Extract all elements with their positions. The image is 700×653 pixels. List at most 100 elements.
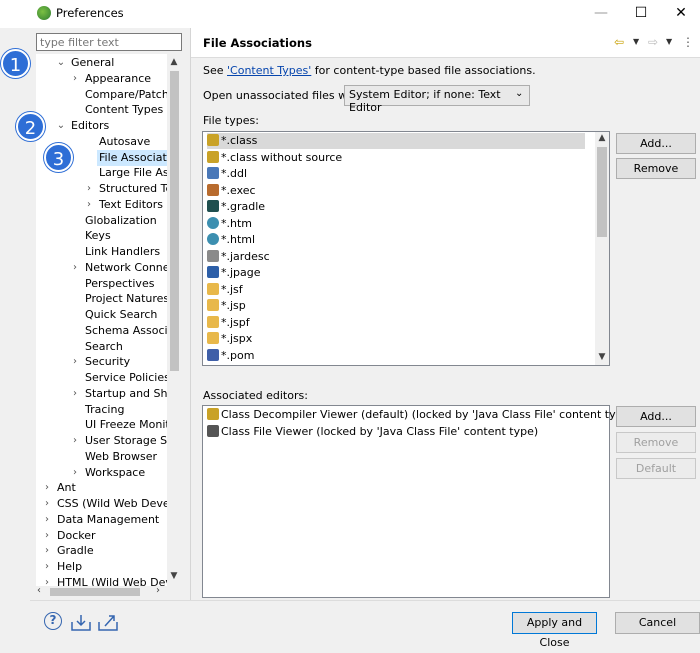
chevron-right-icon[interactable]: › <box>70 260 80 276</box>
tree-item[interactable]: ⌄ Editors <box>36 118 167 134</box>
chevron-right-icon[interactable]: › <box>84 181 94 197</box>
scroll-right-icon[interactable]: › <box>156 585 160 596</box>
tree-item[interactable]: Tracing <box>36 402 167 418</box>
pane-divider[interactable] <box>190 28 191 600</box>
add-editor-button[interactable]: Add... <box>616 406 696 427</box>
chevron-right-icon[interactable]: › <box>42 528 52 544</box>
chevron-right-icon[interactable]: › <box>42 496 52 512</box>
tree-item[interactable]: Content Types <box>36 102 167 118</box>
tree-item[interactable]: Service Policies <box>36 370 167 386</box>
tree-item[interactable]: Perspectives <box>36 276 167 292</box>
back-dropdown-icon[interactable]: ▼ <box>633 37 639 46</box>
tree-item[interactable]: Link Handlers <box>36 244 167 260</box>
file-type-row[interactable]: *.class <box>207 133 585 149</box>
scroll-up-icon[interactable]: ▲ <box>167 55 181 69</box>
content-types-link[interactable]: 'Content Types' <box>227 64 311 77</box>
tree-item[interactable]: Quick Search <box>36 307 167 323</box>
cancel-button[interactable]: Cancel <box>615 612 700 634</box>
file-type-row[interactable]: *.jardesc <box>207 249 585 265</box>
apply-and-close-button[interactable]: Apply and Close <box>512 612 597 649</box>
file-type-row[interactable]: *.exec <box>207 183 585 199</box>
chevron-right-icon[interactable]: › <box>42 543 52 559</box>
file-types-scroll-thumb[interactable] <box>597 147 607 237</box>
scroll-left-icon[interactable]: ‹ <box>37 585 41 596</box>
file-type-row[interactable]: *.jsf <box>207 282 585 298</box>
forward-icon[interactable]: ⇨ <box>648 35 658 49</box>
chevron-right-icon[interactable]: › <box>70 71 80 87</box>
scroll-down-icon[interactable]: ▼ <box>596 352 608 362</box>
chevron-right-icon[interactable]: › <box>42 480 52 496</box>
tree-item[interactable]: › Ant <box>36 480 167 496</box>
file-type-row[interactable]: *.class without source <box>207 150 585 166</box>
tree-scroll-thumb[interactable] <box>170 71 179 371</box>
import-icon[interactable] <box>70 612 92 632</box>
scroll-up-icon[interactable]: ▲ <box>596 133 608 143</box>
list-item[interactable]: Class Decompiler Viewer (default) (locke… <box>207 407 634 423</box>
tree-item[interactable]: › Security <box>36 354 167 370</box>
scroll-down-icon[interactable]: ▼ <box>167 569 181 583</box>
tree-item[interactable]: › Gradle <box>36 543 167 559</box>
tree-item[interactable]: Keys <box>36 228 167 244</box>
file-type-name: *.pom <box>221 348 255 362</box>
tree-item[interactable]: ⌄ General <box>36 55 167 71</box>
view-menu-icon[interactable]: ⋮ <box>682 35 694 49</box>
tree-item[interactable]: Search <box>36 339 167 355</box>
tree-item[interactable]: Globalization <box>36 213 167 229</box>
chevron-right-icon[interactable]: › <box>70 433 80 449</box>
chevron-right-icon[interactable]: › <box>70 354 80 370</box>
chevron-right-icon[interactable]: › <box>42 559 52 575</box>
tree-item-label: Tracing <box>85 402 125 416</box>
tree-item-label: Web Browser <box>85 449 158 463</box>
chevron-down-icon[interactable]: ⌄ <box>56 55 66 71</box>
close-button[interactable]: ✕ <box>658 0 700 28</box>
file-type-row[interactable]: *.jsp <box>207 298 585 314</box>
file-type-row[interactable]: *.jspf <box>207 315 585 331</box>
tree-item[interactable]: UI Freeze Monitoring <box>36 417 167 433</box>
globe-icon <box>207 233 219 245</box>
chevron-right-icon[interactable]: › <box>84 197 94 213</box>
tree-item[interactable]: › Help <box>36 559 167 575</box>
file-type-row[interactable]: *.htm <box>207 216 585 232</box>
remove-editor-button[interactable]: Remove <box>616 432 696 453</box>
filter-input[interactable] <box>36 33 182 51</box>
help-icon[interactable]: ? <box>44 612 62 630</box>
add-file-type-button[interactable]: Add... <box>616 133 696 154</box>
tree-item[interactable]: Schema Associations <box>36 323 167 339</box>
file-type-row[interactable]: *.jspx <box>207 331 585 347</box>
file-type-row[interactable]: *.jpage <box>207 265 585 281</box>
chevron-down-icon[interactable]: ⌄ <box>56 118 66 134</box>
tree-item[interactable]: Project Natures <box>36 291 167 307</box>
file-type-name: *.class <box>221 134 258 147</box>
tree-item[interactable]: › Appearance <box>36 71 167 87</box>
tree-item[interactable]: › Workspace <box>36 465 167 481</box>
tree-item[interactable]: › Structured Text Ec <box>36 181 167 197</box>
export-icon[interactable] <box>97 612 119 632</box>
default-editor-button[interactable]: Default <box>616 458 696 479</box>
chevron-right-icon[interactable]: › <box>70 386 80 402</box>
tree-item[interactable]: Compare/Patch <box>36 87 167 103</box>
chevron-right-icon[interactable]: › <box>42 575 52 586</box>
tree-item[interactable]: › CSS (Wild Web Develop <box>36 496 167 512</box>
file-type-row[interactable]: *.pom <box>207 348 585 364</box>
tree-hscroll-thumb[interactable] <box>50 588 140 596</box>
forward-dropdown-icon[interactable]: ▼ <box>666 37 672 46</box>
list-item[interactable]: Class File Viewer (locked by 'Java Class… <box>207 424 538 440</box>
file-type-row[interactable]: *.ddl <box>207 166 585 182</box>
back-icon[interactable]: ⇦ <box>614 35 624 49</box>
tree-item[interactable]: › User Storage Service <box>36 433 167 449</box>
chevron-right-icon[interactable]: › <box>70 465 80 481</box>
tree-item[interactable]: Web Browser <box>36 449 167 465</box>
tree-item[interactable]: › Startup and Shutdo <box>36 386 167 402</box>
remove-file-type-button[interactable]: Remove <box>616 158 696 179</box>
tree-item[interactable]: › Data Management <box>36 512 167 528</box>
file-type-row[interactable]: *.gradle <box>207 199 585 215</box>
chevron-right-icon[interactable]: › <box>42 512 52 528</box>
tree-item-label: Gradle <box>57 544 94 558</box>
tree-item[interactable]: › Docker <box>36 528 167 544</box>
file-type-row[interactable]: *.html <box>207 232 585 248</box>
tree-item[interactable]: › Text Editors <box>36 197 167 213</box>
tree-item[interactable]: › HTML (Wild Web Develo <box>36 575 167 586</box>
file-type-name: *.class without source <box>221 150 343 164</box>
open-unassociated-select[interactable]: System Editor; if none: Text Editor <box>344 85 530 114</box>
tree-item[interactable]: › Network Connection <box>36 260 167 276</box>
